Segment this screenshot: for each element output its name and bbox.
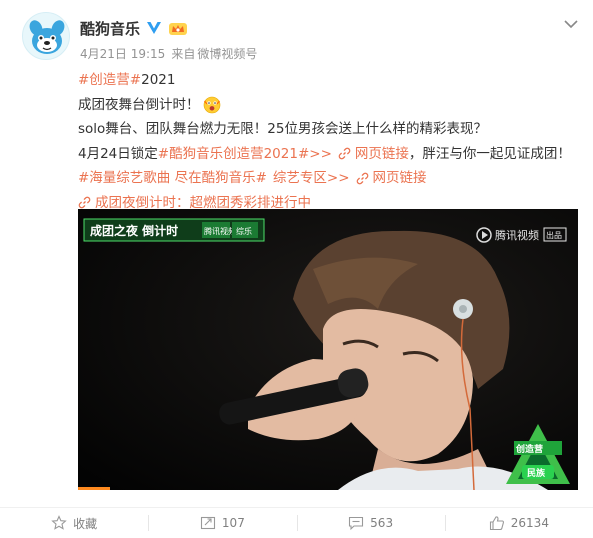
- corner-logo-text-2: 民族: [527, 467, 546, 479]
- post-line-5: #海量综艺歌曲 尽在酷狗音乐# 综艺专区 >> 网页链接: [78, 166, 583, 191]
- post-line-4-prefix: 4月24日锁定: [78, 145, 158, 162]
- comment-button[interactable]: 563: [296, 508, 445, 538]
- post-line-2-text: 成团夜舞台倒计时！: [78, 96, 200, 113]
- post-line-3: solo舞台、团队舞台燃力无限！25位男孩会送上什么样的精彩表现？: [78, 117, 583, 142]
- repost-count: 107: [221, 516, 245, 530]
- chevron-down-icon[interactable]: [563, 18, 579, 30]
- video-link-icon[interactable]: [78, 196, 91, 209]
- post-line-1: #创造营# 2021: [78, 68, 583, 93]
- post-line-4-arrow[interactable]: >>: [309, 142, 332, 167]
- banner-badge: 腾讯视频: [204, 226, 236, 236]
- like-count: 26134: [510, 516, 549, 530]
- user-name[interactable]: 酷狗音乐: [80, 18, 140, 39]
- variety-zone-link[interactable]: 综艺专区: [273, 166, 327, 191]
- watermark-text: 腾讯视频: [495, 228, 539, 242]
- star-icon: [51, 515, 67, 530]
- post-time[interactable]: 4月21日 19:15: [80, 45, 165, 62]
- member-crown-icon[interactable]: [168, 20, 188, 36]
- action-bar: 收藏 107 563 26134: [0, 508, 593, 538]
- hashtag-kugou-chuangzaoying[interactable]: #酷狗音乐创造营2021#: [158, 142, 309, 167]
- favorite-label: 收藏: [73, 516, 98, 531]
- video-player[interactable]: 成团之夜 倒计时 腾讯视频 综乐 腾讯视频 出品 创造营 民族: [78, 209, 578, 490]
- surprise-emoji-icon: [203, 96, 220, 114]
- verified-v-icon[interactable]: [145, 19, 163, 37]
- post-line-4-suffix: ，胖汪与你一起见证成团！: [408, 145, 571, 162]
- video-progress: [78, 487, 110, 490]
- post-text: #创造营# 2021 成团夜舞台倒计时！ solo舞台、团队舞台燃力无限！25位…: [78, 68, 583, 215]
- post-meta: 4月21日 19:15 来自 微博视频号: [80, 45, 257, 62]
- hashtag-chuangzaoying[interactable]: #创造营#: [78, 68, 141, 93]
- post-line-2: 成团夜舞台倒计时！: [78, 93, 583, 118]
- favorite-button[interactable]: 收藏: [0, 508, 148, 538]
- post-line-5-arrow[interactable]: >>: [327, 166, 350, 191]
- banner-badge-2: 综乐: [236, 226, 252, 236]
- video-frame: 成团之夜 倒计时 腾讯视频 综乐 腾讯视频 出品 创造营 民族: [78, 209, 578, 490]
- repost-icon: [200, 516, 215, 530]
- name-row: 酷狗音乐: [80, 16, 188, 40]
- post-year: 2021: [141, 72, 176, 88]
- post-line-3-text: solo舞台、团队舞台燃力无限！25位男孩会送上什么样的精彩表现？: [78, 121, 487, 137]
- weibo-post-card: 酷狗音乐 4月21日 19:15 来自 微博视频号 #创造营# 2021 成团夜…: [0, 0, 593, 538]
- post-line-4: 4月24日锁定 #酷狗音乐创造营2021# >> 网页链接 ，胖汪与你一起见证成…: [78, 142, 583, 167]
- banner-text: 成团之夜 倒计时: [90, 223, 178, 238]
- link-icon[interactable]: [356, 172, 369, 185]
- link-icon[interactable]: [338, 147, 351, 160]
- web-link[interactable]: 网页链接: [355, 142, 409, 167]
- post-source[interactable]: 微博视频号: [197, 45, 257, 62]
- watermark-tag: 出品: [546, 230, 562, 240]
- source-prefix: 来自: [171, 47, 196, 61]
- web-link-2[interactable]: 网页链接: [373, 166, 427, 191]
- repost-button[interactable]: 107: [148, 508, 296, 538]
- comment-count: 563: [370, 516, 394, 530]
- comment-icon: [349, 516, 364, 531]
- like-button[interactable]: 26134: [444, 508, 593, 538]
- corner-logo-text: 创造营: [515, 443, 543, 455]
- avatar[interactable]: [22, 12, 70, 60]
- hashtag-kugou-variety[interactable]: #海量综艺歌曲 尽在酷狗音乐#: [78, 166, 267, 191]
- thumbs-up-icon: [489, 516, 504, 531]
